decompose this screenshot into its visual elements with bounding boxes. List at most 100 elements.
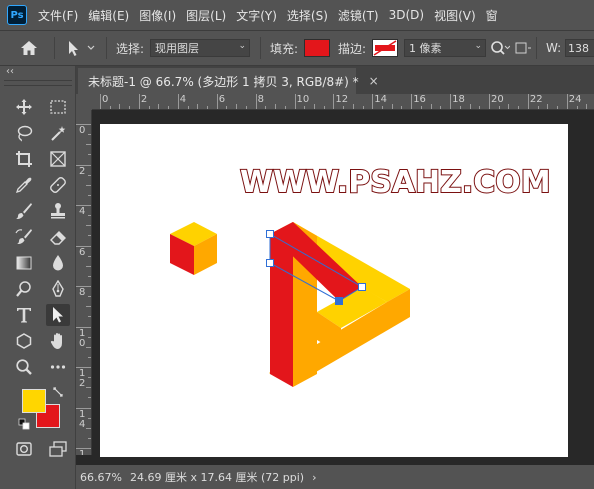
small-cube[interactable] xyxy=(170,222,217,275)
ruler-tick xyxy=(372,94,374,109)
menu-file[interactable]: 文件(F) xyxy=(38,7,78,24)
ruler-label: 4 xyxy=(79,206,86,217)
ruler-minor-tick xyxy=(518,106,520,109)
ruler-label: 24 xyxy=(568,94,582,105)
close-icon[interactable]: × xyxy=(369,74,379,88)
pen-tool[interactable] xyxy=(46,278,70,300)
anchor-point[interactable] xyxy=(266,230,274,238)
ruler-minor-tick xyxy=(420,106,422,109)
pen-icon xyxy=(52,280,64,297)
ruler-minor-tick xyxy=(86,306,91,308)
ruler-origin[interactable] xyxy=(76,94,92,110)
crop-tool[interactable] xyxy=(12,148,36,170)
ruler-minor-tick xyxy=(86,225,91,227)
menu-edit[interactable]: 编辑(E) xyxy=(88,7,129,24)
swap-arrow-icon xyxy=(53,387,63,397)
status-menu-arrow[interactable]: › xyxy=(312,471,316,484)
menu-type[interactable]: 文字(Y) xyxy=(236,7,277,24)
ruler-minor-tick xyxy=(88,316,91,318)
tool-preset-picker[interactable] xyxy=(66,31,96,65)
stroke-type-button[interactable] xyxy=(490,31,510,65)
marquee-tool[interactable] xyxy=(46,96,70,118)
ruler-minor-tick xyxy=(109,106,111,109)
hand-tool[interactable] xyxy=(46,330,70,352)
polygon-icon xyxy=(16,333,32,349)
ruler-label: 4 xyxy=(179,94,187,105)
lasso-tool[interactable] xyxy=(12,122,36,144)
more-tools[interactable] xyxy=(46,356,70,378)
zoom-tool[interactable] xyxy=(12,356,36,378)
type-tool[interactable] xyxy=(12,304,36,326)
ruler-minor-tick xyxy=(158,104,160,109)
select-layer-dropdown[interactable]: 现用图层 ⌄ xyxy=(150,39,250,57)
ruler-minor-tick xyxy=(187,106,189,109)
path-selection-tool[interactable] xyxy=(46,304,70,326)
width-field[interactable]: 138 xyxy=(565,39,594,57)
quick-mask-button[interactable] xyxy=(12,438,36,460)
anchor-point[interactable] xyxy=(266,259,274,267)
chevron-down-icon: ⌄ xyxy=(238,41,246,51)
anchor-point[interactable] xyxy=(358,283,366,291)
menu-bar: Ps 文件(F) 编辑(E) 图像(I) 图层(L) 文字(Y) 选择(S) 滤… xyxy=(0,0,594,30)
align-edges-checkbox[interactable] xyxy=(515,31,531,65)
vertical-ruler[interactable]: 0 2 4 6 8 10 12 14 16 xyxy=(76,110,92,455)
magnifier-icon xyxy=(16,359,32,375)
swap-colors-button[interactable] xyxy=(52,386,64,401)
canvas[interactable]: WWW.PSAHZ.COM xyxy=(100,124,568,457)
eyedropper-tool[interactable] xyxy=(12,174,36,196)
eraser-icon xyxy=(50,231,66,245)
ruler-tick xyxy=(411,94,413,109)
move-tool[interactable] xyxy=(12,96,36,118)
zoom-level[interactable]: 66.67% xyxy=(80,471,126,484)
frame-tool[interactable] xyxy=(46,148,70,170)
ruler-minor-tick xyxy=(275,104,277,109)
shape-tool[interactable] xyxy=(12,330,36,352)
ruler-minor-tick xyxy=(88,255,91,257)
chevron-down-icon: ⌄ xyxy=(474,41,482,51)
eraser-tool[interactable] xyxy=(46,226,70,248)
dodge-tool[interactable] xyxy=(12,278,36,300)
ruler-label: 12 xyxy=(79,368,86,389)
impossible-triangle[interactable] xyxy=(266,222,411,387)
stroke-color-swatch[interactable] xyxy=(372,39,398,57)
menu-3d[interactable]: 3D(D) xyxy=(389,8,424,22)
gradient-tool[interactable] xyxy=(12,252,36,274)
menu-filter[interactable]: 滤镜(T) xyxy=(338,7,379,24)
blur-tool[interactable] xyxy=(46,252,70,274)
fill-color-swatch[interactable] xyxy=(304,39,330,57)
ruler-minor-tick xyxy=(352,104,354,109)
healing-brush-tool[interactable] xyxy=(46,174,70,196)
stroke-width-field[interactable]: 1 像素 ⌄ xyxy=(404,39,486,57)
ruler-tick xyxy=(138,94,140,109)
default-colors-button[interactable] xyxy=(18,418,30,433)
foreground-color-swatch[interactable] xyxy=(22,389,46,413)
menu-window[interactable]: 窗 xyxy=(486,7,498,24)
clone-stamp-tool[interactable] xyxy=(46,200,70,222)
collapse-panel-button[interactable]: ‹‹ xyxy=(6,66,14,77)
ruler-minor-tick xyxy=(498,106,500,109)
rectangle-marquee-icon xyxy=(50,100,66,114)
history-brush-tool[interactable] xyxy=(12,226,36,248)
anchor-point[interactable] xyxy=(335,297,343,305)
ruler-minor-tick xyxy=(88,437,91,439)
screen-mode-icon xyxy=(49,441,67,457)
document-tab[interactable]: 未标题-1 @ 66.7% (多边形 1 拷贝 3, RGB/8#) * × xyxy=(78,68,379,94)
ruler-tick xyxy=(294,94,296,109)
ruler-minor-tick xyxy=(88,215,91,217)
ruler-minor-tick xyxy=(86,387,91,389)
magic-wand-tool[interactable] xyxy=(46,122,70,144)
status-bar: 66.67% 24.69 厘米 x 17.64 厘米 (72 ppi) › xyxy=(76,465,594,489)
ruler-minor-tick xyxy=(440,106,442,109)
ruler-minor-tick xyxy=(557,106,559,109)
brush-tool[interactable] xyxy=(12,200,36,222)
panel-grip[interactable] xyxy=(4,80,72,86)
menu-layer[interactable]: 图层(L) xyxy=(186,7,226,24)
screen-mode-button[interactable] xyxy=(46,438,70,460)
menu-select[interactable]: 选择(S) xyxy=(287,7,328,24)
ruler-label: 0 xyxy=(102,94,109,105)
menu-view[interactable]: 视图(V) xyxy=(434,7,476,24)
home-button[interactable] xyxy=(20,31,38,65)
horizontal-ruler[interactable]: 0 2 4 6 8 10 12 14 16 18 20 22 24 xyxy=(92,94,594,110)
menu-image[interactable]: 图像(I) xyxy=(139,7,176,24)
ruler-minor-tick xyxy=(88,356,91,358)
